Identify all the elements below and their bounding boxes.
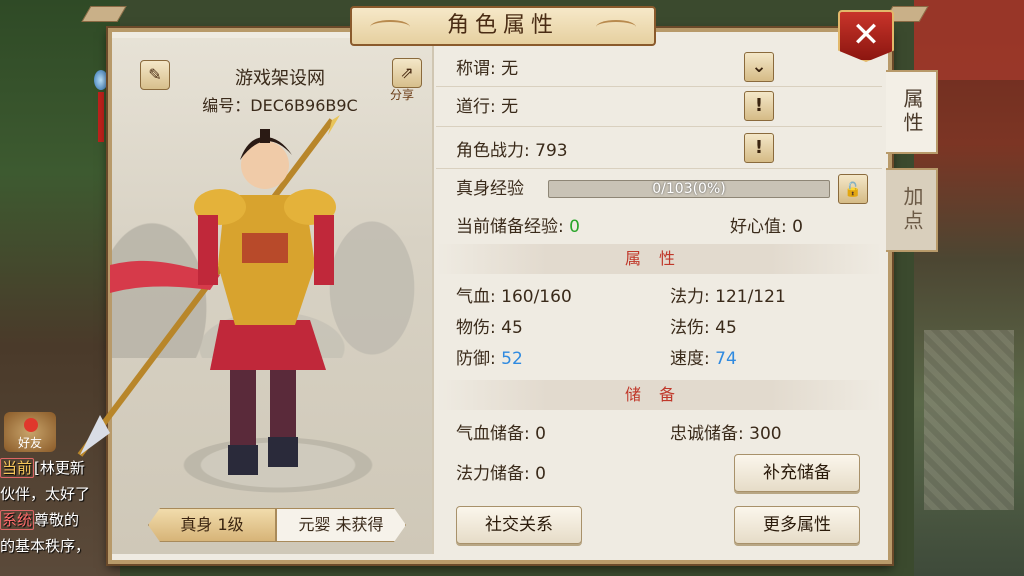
- character-id: 编号：DEC6B96B9C: [202, 96, 358, 115]
- tiled-roof-decoration: [924, 330, 1014, 510]
- exp-label: 真身经验: [456, 179, 524, 199]
- attribute-info: 称谓: 无 ⌄ 道行: 无 ! 角色战力: 793 ! 真身经验 0/103(0…: [436, 44, 886, 554]
- chat-line: 系统 尊敬的: [0, 507, 118, 533]
- share-button[interactable]: ⇗: [392, 58, 422, 88]
- tab-add-points[interactable]: 加点: [886, 168, 938, 252]
- mp-stat: 法力: 121/121: [670, 287, 786, 307]
- defense-label: 防御:: [456, 349, 502, 369]
- speed-value: 74: [715, 349, 737, 369]
- gem-icon: [94, 70, 108, 90]
- attributes-section-header: 属性: [436, 244, 882, 274]
- character-name: 游戏架设网: [235, 68, 325, 89]
- loyalty-reserve-stat: 忠诚储备: 300: [670, 424, 782, 444]
- character-model: [77, 115, 340, 475]
- row-divider: [436, 126, 882, 127]
- goodwill-row: 好心值: 0: [730, 217, 803, 237]
- tab-attributes[interactable]: 属性: [886, 70, 938, 154]
- chat-text: 尊敬的: [34, 511, 80, 529]
- speed-stat: 速度: 74: [670, 346, 737, 372]
- friends-button[interactable]: 好友: [4, 412, 56, 452]
- social-relations-button[interactable]: 社交关系: [456, 506, 582, 544]
- share-label: 分享: [390, 88, 415, 102]
- roof-decoration: [914, 0, 1024, 80]
- chat-channel-tag: 系统: [0, 510, 35, 530]
- mp-reserve-stat: 法力储备: 0: [456, 464, 546, 484]
- chevron-down-icon: ⌄: [751, 56, 767, 77]
- panel-title: 角色属性: [350, 6, 656, 46]
- unlock-icon: 🔓: [844, 182, 862, 198]
- panel-divider: [432, 44, 434, 554]
- daohang-info-button[interactable]: !: [744, 91, 774, 121]
- share-icon: ⇗: [400, 63, 414, 82]
- phys-atk-stat: 物伤: 45: [456, 318, 523, 338]
- more-attributes-button[interactable]: 更多属性: [734, 506, 860, 544]
- chat-channel-tag: 当前: [0, 458, 35, 478]
- experience-bar: 0/103(0%): [548, 180, 830, 198]
- stored-exp-value: 0: [569, 217, 580, 237]
- defense-value: 52: [501, 349, 523, 369]
- chat-line: 的基本秩序，: [0, 533, 118, 559]
- row-divider: [436, 86, 882, 87]
- title-dropdown-button[interactable]: ⌄: [744, 52, 774, 82]
- exp-lock-button[interactable]: 🔓: [838, 174, 868, 204]
- daohang-row: 道行: 无: [456, 97, 519, 117]
- refill-reserve-button[interactable]: 补充储备: [734, 454, 860, 492]
- combat-power-info-button[interactable]: !: [744, 133, 774, 163]
- notification-dot-icon: [24, 418, 38, 432]
- row-divider: [436, 168, 882, 169]
- close-icon: ✕: [851, 15, 881, 55]
- exclamation-icon: !: [754, 137, 764, 158]
- form-tab-true-body[interactable]: 真身 1级: [148, 508, 276, 542]
- friends-label: 好友: [17, 436, 42, 450]
- stored-exp-row: 当前储备经验: 0: [456, 214, 580, 240]
- chat-text: 的基本秩序，: [0, 537, 91, 555]
- speed-label: 速度:: [670, 349, 716, 369]
- stored-exp-label: 当前储备经验:: [456, 217, 570, 237]
- hp-stat: 气血: 160/160: [456, 287, 572, 307]
- form-tab-nascent-soul[interactable]: 元婴 未获得: [276, 508, 406, 542]
- pencil-icon: ✎: [148, 65, 162, 84]
- edit-name-button[interactable]: ✎: [140, 60, 170, 90]
- experience-text: 0/103(0%): [652, 181, 726, 197]
- title-row: 称谓: 无: [456, 59, 519, 79]
- reserve-section-header: 储备: [436, 380, 882, 410]
- mag-atk-stat: 法伤: 45: [670, 318, 737, 338]
- hp-reserve-stat: 气血储备: 0: [456, 424, 546, 444]
- combat-power-row: 角色战力: 793: [456, 141, 568, 161]
- defense-stat: 防御: 52: [456, 346, 523, 372]
- exclamation-icon: !: [754, 95, 764, 116]
- form-switcher: 真身 1级 元婴 未获得: [148, 508, 406, 542]
